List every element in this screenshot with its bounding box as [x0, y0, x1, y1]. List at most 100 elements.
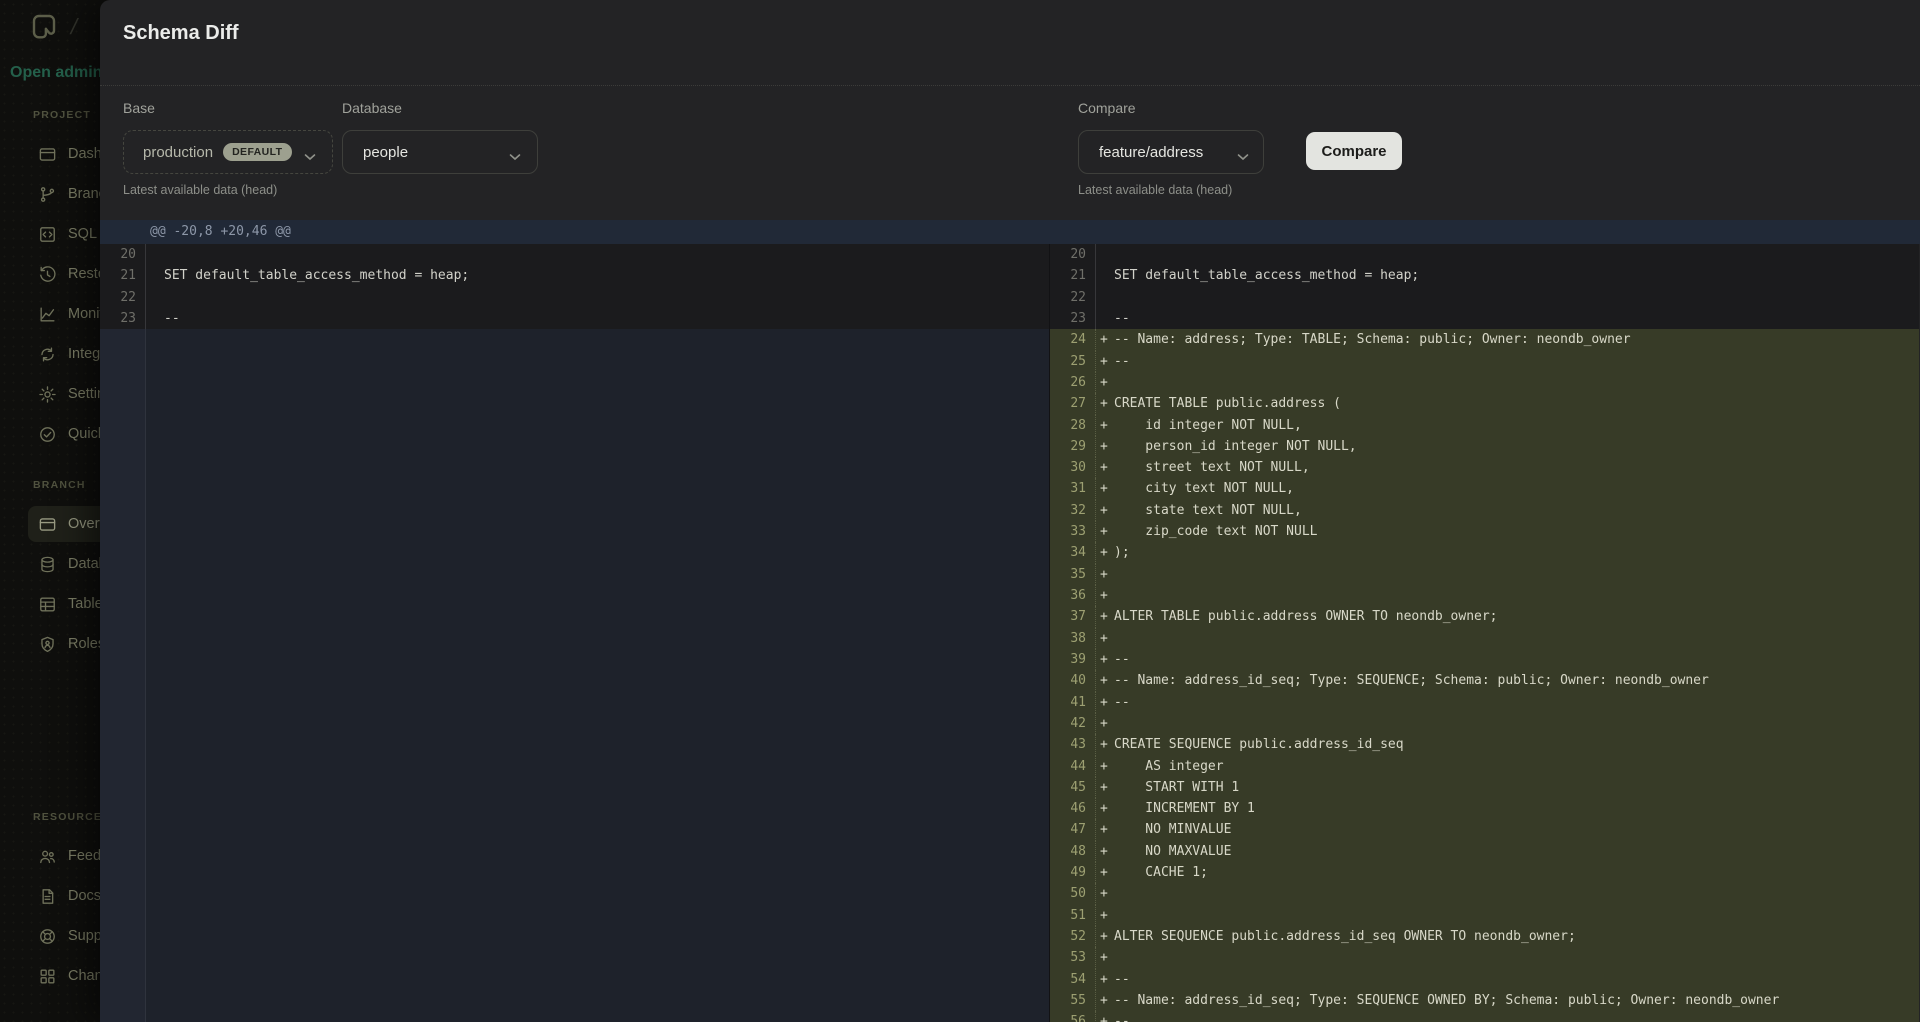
line-content: +--: [1096, 692, 1130, 713]
line-content: +ALTER TABLE public.address OWNER TO neo…: [1096, 606, 1498, 627]
line-number: 39: [1050, 649, 1096, 670]
support-icon: [38, 927, 57, 946]
line-number: 32: [1050, 500, 1096, 521]
overview-icon: [38, 515, 57, 534]
line-number: 41: [1050, 692, 1096, 713]
restore-icon: [38, 265, 57, 284]
sidebar-item-label: Docs: [68, 888, 101, 904]
base-branch-value: production: [143, 144, 213, 161]
diff-line: 33+ zip_code text NOT NULL: [1050, 521, 1919, 542]
compare-label: Compare: [1078, 100, 1136, 116]
diff-line: 42+: [1050, 713, 1919, 734]
database-select[interactable]: people: [342, 130, 538, 174]
diff-line: 39+--: [1050, 649, 1919, 670]
chevron-down-icon: [304, 148, 316, 156]
diff-line: 25+--: [1050, 351, 1919, 372]
diff-hunk-header: @@ -20,8 +20,46 @@: [100, 220, 1920, 244]
line-number: 24: [1050, 329, 1096, 350]
line-number: 28: [1050, 415, 1096, 436]
database-label: Database: [342, 100, 402, 116]
compare-button[interactable]: Compare: [1306, 132, 1402, 170]
line-content: +--: [1096, 1011, 1130, 1022]
open-admin-link[interactable]: Open admin: [10, 64, 102, 82]
diff-line: 48+ NO MAXVALUE: [1050, 841, 1919, 862]
line-content: +ALTER SEQUENCE public.address_id_seq OW…: [1096, 926, 1576, 947]
diff-line: 40+-- Name: address_id_seq; Type: SEQUEN…: [1050, 670, 1919, 691]
line-number: 29: [1050, 436, 1096, 457]
line-number: 44: [1050, 756, 1096, 777]
line-content: +CREATE TABLE public.address (: [1096, 393, 1341, 414]
line-number: 55: [1050, 990, 1096, 1011]
diff-line: 55+-- Name: address_id_seq; Type: SEQUEN…: [1050, 990, 1919, 1011]
line-number: 20: [1050, 244, 1096, 265]
line-number: 50: [1050, 883, 1096, 904]
line-content: +--: [1096, 969, 1130, 990]
database-value: people: [363, 144, 408, 161]
diff-line: 21SET default_table_access_method = heap…: [100, 265, 1049, 286]
line-number: 43: [1050, 734, 1096, 755]
header-divider: [100, 85, 1920, 86]
line-content: +: [1096, 905, 1114, 926]
line-number: 56: [1050, 1011, 1096, 1022]
line-number: 33: [1050, 521, 1096, 542]
line-number: 51: [1050, 905, 1096, 926]
line-number: 54: [1050, 969, 1096, 990]
line-content: +);: [1096, 542, 1130, 563]
line-content: +CREATE SEQUENCE public.address_id_seq: [1096, 734, 1404, 755]
diff-pane-compare[interactable]: 2021SET default_table_access_method = he…: [1050, 244, 1919, 1022]
line-number: 35: [1050, 564, 1096, 585]
line-number: 23: [1050, 308, 1096, 329]
diff-line: 51+: [1050, 905, 1919, 926]
settings-icon: [38, 385, 57, 404]
schema-diff-screen: / Open admin PROJECTDashboardBranchesSQL…: [0, 0, 1920, 1022]
diff-line: 26+: [1050, 372, 1919, 393]
schema-diff-view: @@ -20,8 +20,46 @@ 2021SET default_table…: [100, 220, 1920, 1022]
compare-branch-value: feature/address: [1099, 144, 1203, 161]
diff-line: 43+CREATE SEQUENCE public.address_id_seq: [1050, 734, 1919, 755]
line-content: +--: [1096, 351, 1130, 372]
line-number: 30: [1050, 457, 1096, 478]
default-badge: DEFAULT: [223, 143, 291, 162]
line-content: +: [1096, 628, 1114, 649]
neon-logo-icon[interactable]: [28, 10, 60, 42]
line-number: 25: [1050, 351, 1096, 372]
line-content: +: [1096, 372, 1114, 393]
line-number: 42: [1050, 713, 1096, 734]
line-number: 40: [1050, 670, 1096, 691]
line-number: 46: [1050, 798, 1096, 819]
diff-alignment-spacer: [100, 329, 1049, 1022]
line-content: + NO MAXVALUE: [1096, 841, 1231, 862]
integrations-icon: [38, 345, 57, 364]
line-number: 22: [1050, 287, 1096, 308]
diff-line: 24+-- Name: address; Type: TABLE; Schema…: [1050, 329, 1919, 350]
line-content: [146, 287, 164, 308]
diff-pane-base[interactable]: 2021SET default_table_access_method = he…: [100, 244, 1050, 1022]
page-title: Schema Diff: [123, 22, 239, 45]
line-number: 36: [1050, 585, 1096, 606]
line-content: + NO MINVALUE: [1096, 819, 1231, 840]
line-content: + CACHE 1;: [1096, 862, 1208, 883]
diff-line: 49+ CACHE 1;: [1050, 862, 1919, 883]
branches-icon: [38, 185, 57, 204]
line-content: +: [1096, 564, 1114, 585]
line-content: +: [1096, 883, 1114, 904]
line-number: 21: [1050, 265, 1096, 286]
diff-line: 56+--: [1050, 1011, 1919, 1022]
line-content: + person_id integer NOT NULL,: [1096, 436, 1357, 457]
line-content: +-- Name: address_id_seq; Type: SEQUENCE…: [1096, 990, 1779, 1011]
line-content: + START WITH 1: [1096, 777, 1239, 798]
line-content: SET default_table_access_method = heap;: [1096, 265, 1419, 286]
line-number: 49: [1050, 862, 1096, 883]
line-content: [1096, 287, 1114, 308]
schema-diff-modal: Schema Diff Base Database Compare produc…: [100, 0, 1920, 1022]
line-number: 21: [100, 265, 146, 286]
dashboard-icon: [38, 145, 57, 164]
base-branch-select[interactable]: production DEFAULT: [123, 130, 333, 174]
compare-branch-select[interactable]: feature/address: [1078, 130, 1264, 174]
base-label: Base: [123, 100, 155, 116]
line-number: 47: [1050, 819, 1096, 840]
line-content: --: [146, 308, 180, 329]
roles-icon: [38, 635, 57, 654]
line-number: 48: [1050, 841, 1096, 862]
line-content: [146, 244, 164, 265]
